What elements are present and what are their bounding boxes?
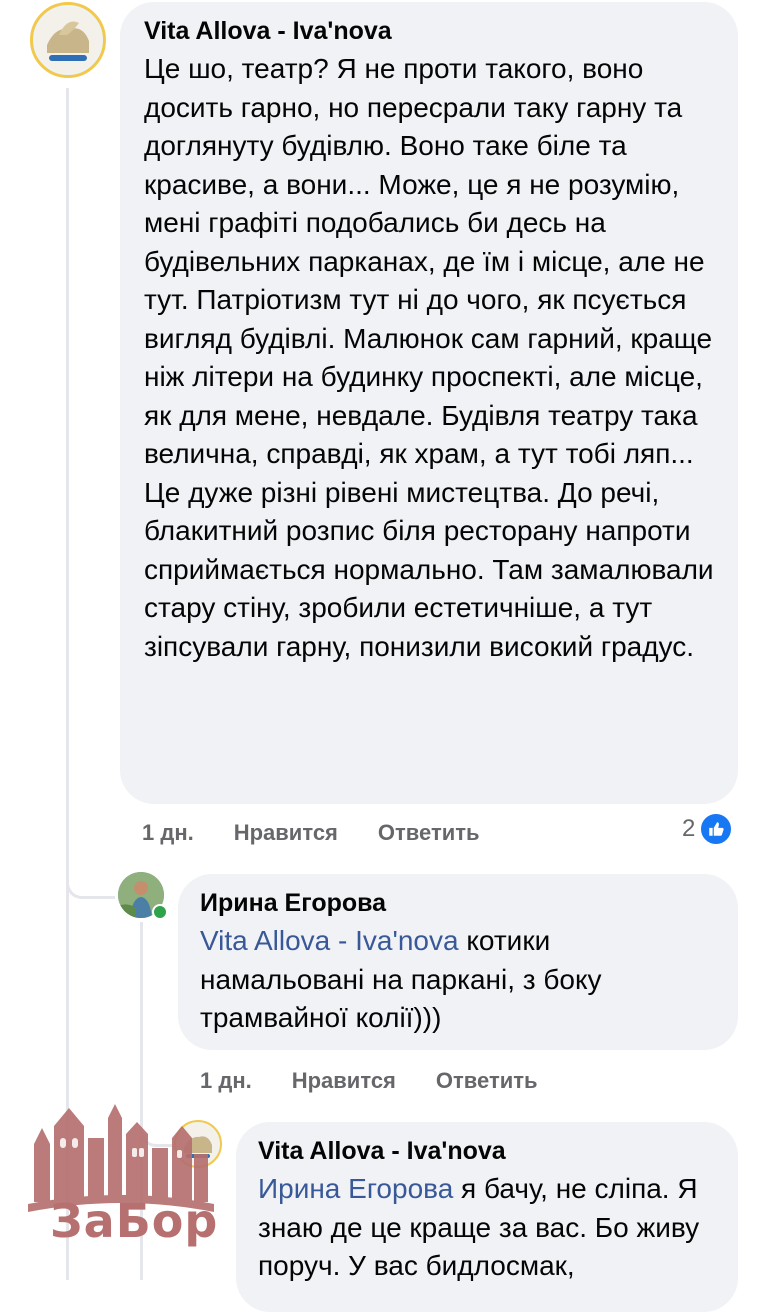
thread-connector: [66, 860, 115, 899]
mention-link[interactable]: Vita Allova - Iva'nova: [200, 925, 459, 956]
thumbs-up-icon: [699, 812, 734, 846]
thread-line-main: [66, 88, 69, 1280]
reply-text: Vita Allova - Iva'nova котики намальован…: [200, 922, 716, 1038]
reply-actions: 1 дн. Нравится Ответить: [200, 1066, 538, 1096]
like-button[interactable]: Нравится: [234, 818, 338, 848]
reaction-summary[interactable]: 2: [682, 812, 734, 846]
reply-button[interactable]: Ответить: [378, 818, 480, 848]
reply-author[interactable]: Vita Allova - Iva'nova: [258, 1136, 716, 1166]
comment-author[interactable]: Vita Allova - Iva'nova: [144, 16, 716, 46]
comment-actions: 1 дн. Нравится Ответить: [142, 818, 480, 848]
comment-text: Це шо, театр? Я не проти такого, воно до…: [144, 53, 714, 662]
avatar-image: [35, 7, 101, 73]
reply-bubble: Vita Allova - Iva'nova Ирина Егорова я б…: [236, 1122, 738, 1312]
reply-bubble: Ирина Егорова Vita Allova - Iva'nova кот…: [178, 874, 738, 1050]
reply-text: Ирина Егорова я бачу, не сліпа. Я знаю д…: [258, 1170, 716, 1286]
reply-button[interactable]: Ответить: [436, 1066, 538, 1096]
reply-author[interactable]: Ирина Егорова: [200, 888, 716, 918]
watermark-logo: ЗаБор: [28, 1104, 217, 1254]
avatar[interactable]: [30, 2, 106, 78]
reaction-count: 2: [682, 815, 696, 842]
comment-time[interactable]: 1 дн.: [142, 818, 194, 848]
mention-link[interactable]: Ирина Егорова: [258, 1173, 453, 1204]
online-status-indicator: [152, 904, 168, 920]
comment-bubble: Vita Allova - Iva'nova Це шо, театр? Я н…: [120, 2, 738, 804]
like-button[interactable]: Нравится: [292, 1066, 396, 1096]
watermark-text: ЗаБор: [50, 1194, 219, 1248]
reply-time[interactable]: 1 дн.: [200, 1066, 252, 1096]
